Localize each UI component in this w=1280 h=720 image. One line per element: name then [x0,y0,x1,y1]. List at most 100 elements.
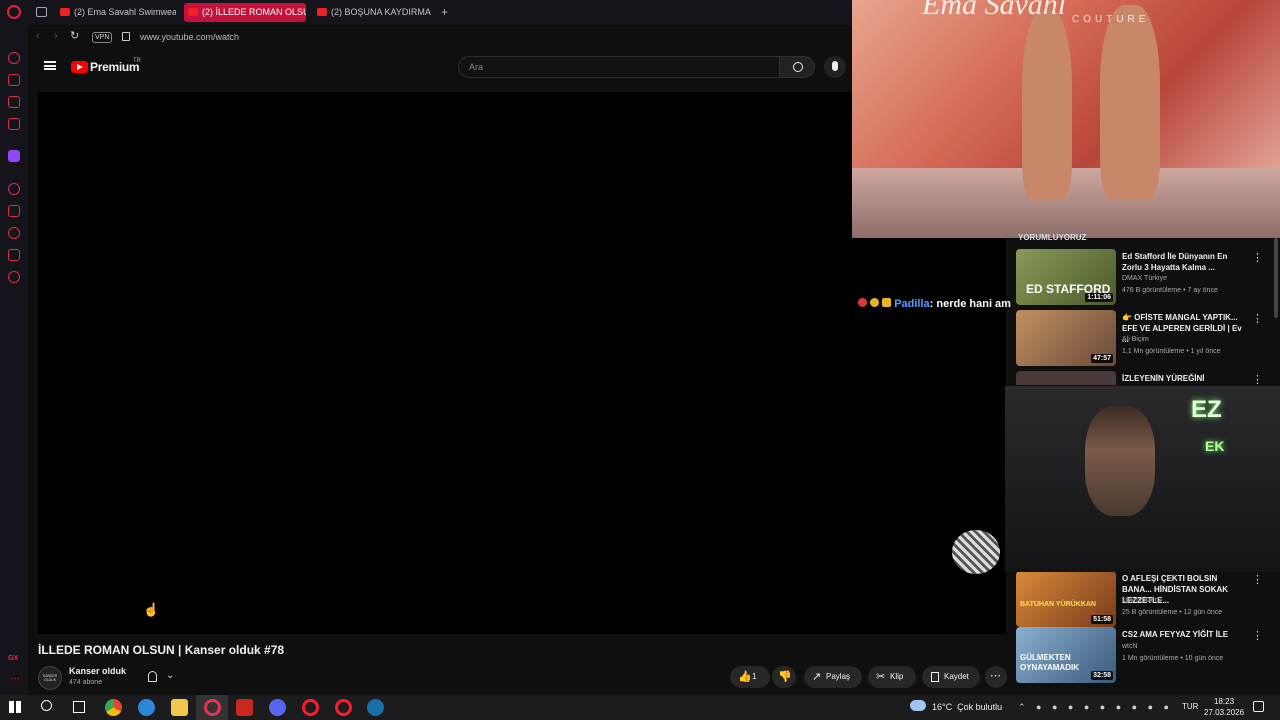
clock-time[interactable]: 18:23 [1214,697,1234,706]
mail-icon[interactable] [8,118,20,130]
logo-region: TR [133,58,141,64]
more-options-icon[interactable]: ⋮ [1252,251,1263,264]
microphone-foam [952,530,1000,574]
weather-icon[interactable] [910,700,926,711]
bag-icon[interactable] [8,74,20,86]
player-icon[interactable] [8,183,20,195]
more-icon: ⋯ [990,670,1001,682]
url-field[interactable]: www.youtube.com/watch [140,32,239,42]
channel-name[interactable]: Ali Biçim [1122,336,1149,343]
video-title[interactable]: CS2 AMA FEYYAZ YİĞİT İLE [1122,629,1248,640]
twitch-icon[interactable] [8,150,20,162]
watermark-logo: Ema Savahl [922,0,1067,21]
video-title[interactable]: İZLEYENİN YÜREĞİNİ [1122,373,1248,384]
clock-date[interactable]: 27.03.2026 [1204,708,1244,717]
video-thumbnail[interactable]: 47:57 [1016,310,1116,366]
youtube-icon [317,8,327,16]
dislike-button[interactable]: 👎 [772,666,796,688]
search-button[interactable] [779,56,815,78]
opera-icon[interactable] [302,699,319,716]
opera-logo-icon[interactable] [7,5,21,19]
mic-icon [832,61,838,71]
video-thumbnail[interactable]: GÜLMEKTEN OYNAYAMADIK 32:58 [1016,627,1116,683]
windows-start-icon[interactable] [9,701,21,713]
streamer-face [1085,406,1155,516]
voice-search-button[interactable] [824,56,846,78]
video-thumbnail[interactable]: ED STAFFORD 1:11:06 [1016,249,1116,305]
more-options-icon[interactable]: ⋮ [1252,312,1263,325]
search-input[interactable]: Ara [458,56,780,78]
chevron-down-icon[interactable]: ⌄ [166,670,174,681]
channel-name[interactable]: DMAX Türkiye [1122,275,1167,282]
badge-icon [858,298,867,307]
more-options-icon[interactable]: ⋮ [1252,573,1263,586]
more-icon[interactable]: ··· [10,673,20,684]
more-options-icon[interactable]: ⋮ [1252,373,1263,385]
video-meta: 1 Mn görüntüleme • 10 gün önce [1122,655,1224,662]
list-item[interactable]: 47:57 👉 OFİSTE MANGAL YAPTIK... EFE VE A… [1016,310,1278,368]
opera-icon[interactable] [335,699,352,716]
list-item[interactable]: BATUHAN YÜRÜKKAN 51:58 O AFLEŞI ÇEKTI BO… [1016,571,1278,629]
aria-icon[interactable] [8,52,20,64]
clip-button[interactable]: ✂ Klip [868,666,916,688]
like-button[interactable]: 👍 1 [730,666,770,688]
forward-icon[interactable]: › [54,30,58,42]
watermark-couture: COUTURE [1072,14,1150,25]
history-icon[interactable] [8,227,20,239]
reload-icon[interactable]: ↻ [70,29,79,42]
chat-message: Padilla: nerde hani am [858,298,1011,310]
more-options-icon[interactable]: ⋮ [1252,629,1263,642]
youtube-icon [60,8,70,16]
more-actions-button[interactable]: ⋯ [985,666,1007,688]
video-thumbnail[interactable] [1016,371,1116,385]
tab-illede-roman[interactable]: (2) İLLEDE ROMAN OLSUN [184,3,306,22]
video-meta: 1,1 Mn görüntüleme • 1 yıl önce [1122,348,1221,355]
chat-icon[interactable] [8,249,20,261]
tab-ema-savahl[interactable]: (2) Ema Savahl Swimwear [56,3,176,22]
list-item[interactable]: ED STAFFORD 1:11:06 Ed Stafford İle Düny… [1016,249,1278,307]
taskbar-active-indicator [196,695,228,720]
channel-name[interactable]: Kanser olduk [69,666,126,676]
back-icon[interactable]: ‹ [36,30,40,42]
edge-icon[interactable] [138,699,155,716]
settings-icon[interactable] [8,271,20,283]
scrollbar[interactable] [1274,238,1278,318]
model-figure [1100,5,1160,200]
streaming-app-icon[interactable] [236,699,253,716]
youtube-icon [188,8,198,16]
vpn-badge[interactable]: VPN [92,32,113,43]
bookmark-icon[interactable] [8,205,20,217]
chrome-icon[interactable] [105,699,122,716]
discord-icon[interactable] [269,699,286,716]
save-button[interactable]: Kaydet [922,666,980,688]
list-item[interactable]: İZLEYENİN YÜREĞİNİ ⋮ [1016,371,1278,385]
lock-icon[interactable] [122,32,130,41]
video-title[interactable]: Ed Stafford İle Dünyanın En Zorlu 3 Haya… [1122,251,1248,273]
tray-icons[interactable]: ⌃ ● ● ● ● ● ● ● ● ● [1018,702,1173,713]
channel-name[interactable]: wtcN [1122,643,1138,650]
share-button[interactable]: ↗ Paylaş [804,666,862,688]
channel-name[interactable]: kickmeisterS [1122,597,1162,604]
list-item[interactable]: GÜLMEKTEN OYNAYAMADIK 32:58 CS2 AMA FEYY… [1016,627,1278,685]
tab-bosuna-kaydirma[interactable]: (2) BOŞUNA KAYDIRMA 8 [313,3,433,22]
like-count: 1 [752,672,757,681]
weather-text[interactable]: 16°C Çok bulutlu [932,702,1002,712]
messenger-icon[interactable] [8,96,20,108]
overlay-logo-sub: EK [1205,438,1225,454]
task-view-icon[interactable] [73,701,85,713]
search-icon[interactable] [41,700,52,711]
pip-video[interactable]: Ema Savahl COUTURE [852,0,1280,238]
notification-icon[interactable] [1253,701,1264,712]
bell-icon[interactable] [148,671,157,682]
language-indicator[interactable]: TUR [1182,702,1198,711]
mouse-cursor: ☝ [143,602,160,617]
channel-avatar[interactable]: KANSER OLDUK [38,666,62,690]
folder-icon[interactable] [171,699,188,716]
tab-overview-icon[interactable] [36,7,47,17]
video-thumbnail[interactable]: BATUHAN YÜRÜKKAN 51:58 [1016,571,1116,627]
youtube-play-icon [77,64,83,70]
new-tab-icon[interactable]: + [441,5,448,19]
badge-icon [882,298,892,307]
gx-icon[interactable]: GX [8,655,18,662]
steam-icon[interactable] [367,699,384,716]
